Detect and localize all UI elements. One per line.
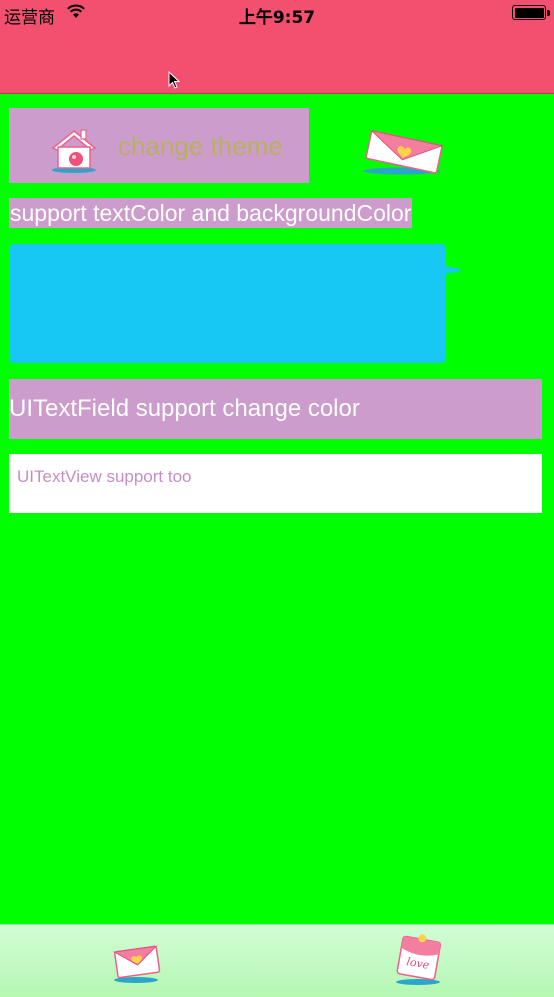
battery-cap <box>547 10 550 16</box>
status-bar: 运营商 上午9:57 <box>0 0 554 94</box>
support-label: support textColor and backgroundColor <box>9 198 413 228</box>
color-text-field[interactable]: UITextField support change color <box>9 379 542 439</box>
house-icon <box>51 129 97 173</box>
change-theme-label: change theme <box>118 131 283 161</box>
status-row: 运营商 上午9:57 <box>0 0 554 28</box>
tab-envelope[interactable] <box>0 925 277 997</box>
envelope-tab-icon <box>112 945 161 983</box>
color-text-view[interactable]: UITextView support too <box>9 454 542 513</box>
tab-bar: love <box>0 924 554 997</box>
tab-love-note[interactable]: love <box>277 925 554 997</box>
love-note-tab-icon: love <box>396 934 442 985</box>
battery-icon <box>512 5 550 20</box>
message-bubble <box>9 244 446 363</box>
mouse-cursor-icon <box>168 71 180 89</box>
battery-fill <box>514 7 544 18</box>
envelope-icon <box>364 130 444 175</box>
bubble-tail <box>442 264 460 276</box>
change-theme-button[interactable]: change theme <box>9 108 309 183</box>
status-time: 上午9:57 <box>238 8 316 28</box>
